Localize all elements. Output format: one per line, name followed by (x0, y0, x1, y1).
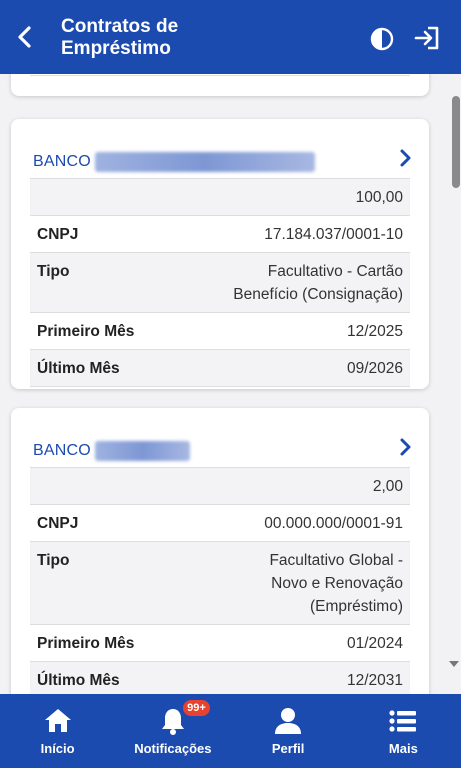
primeiro-mes-label: Primeiro Mês (37, 323, 135, 340)
back-chevron-icon[interactable] (12, 22, 38, 52)
cnpj-value: 17.184.037/0001-10 (264, 226, 403, 243)
ultimo-mes-row: Último Mês 09/2026 (30, 349, 410, 387)
divider (30, 75, 410, 76)
scrollbar-thumb[interactable] (452, 96, 460, 188)
logout-icon[interactable] (413, 25, 441, 51)
contract-value: 100,00 (355, 189, 403, 206)
page-title-line2: Empréstimo (61, 38, 171, 59)
nav-inicio[interactable]: Início (0, 694, 115, 768)
ultimo-mes-row: Último Mês 12/2031 (30, 661, 410, 694)
contrast-icon[interactable] (370, 27, 394, 51)
value-row: 2,00 (30, 467, 410, 504)
tipo-label: Tipo (37, 263, 70, 280)
contract-details: 100,00 CNPJ 17.184.037/0001-10 Tipo Facu… (30, 178, 410, 387)
list-menu-icon (389, 710, 417, 732)
primeiro-mes-row: Primeiro Mês 01/2024 (30, 624, 410, 661)
chevron-right-icon[interactable] (399, 437, 413, 457)
cnpj-label: CNPJ (37, 226, 79, 243)
nav-inicio-label: Início (40, 741, 75, 756)
value-row: 100,00 (30, 178, 410, 215)
bank-name[interactable]: BANCO (33, 441, 190, 461)
chevron-right-icon[interactable] (399, 148, 413, 168)
user-icon (275, 708, 302, 734)
cnpj-row: CNPJ 17.184.037/0001-10 (30, 215, 410, 252)
contract-details: 2,00 CNPJ 00.000.000/0001-91 Tipo Facult… (30, 467, 410, 694)
tipo-row: Tipo Facultativo - Cartão Benefício (Con… (30, 252, 410, 312)
top-app-bar: Contratos de Empréstimo (0, 0, 461, 74)
tipo-value: Facultativo Global - Novo e Renovação (E… (269, 552, 403, 615)
nav-perfil[interactable]: Perfil (231, 694, 346, 768)
primeiro-mes-row: Primeiro Mês 12/2025 (30, 312, 410, 349)
cnpj-label: CNPJ (37, 515, 79, 532)
primeiro-mes-value: 01/2024 (346, 635, 403, 652)
tipo-value: Facultativo - Cartão Benefício (Consigna… (233, 263, 403, 303)
redacted-bank-name (94, 152, 315, 172)
scroll-down-arrow-icon[interactable] (449, 661, 459, 667)
primeiro-mes-value: 12/2025 (346, 323, 403, 340)
tipo-label: Tipo (37, 552, 70, 569)
nav-notificacoes-label: Notificações (134, 741, 212, 756)
bank-name[interactable]: BANCO (33, 152, 315, 172)
ultimo-mes-value: 12/2031 (346, 672, 403, 689)
contracts-list[interactable]: BANCO 100,00 CNPJ 17.184.037/0001-10 Tip… (0, 74, 461, 694)
page-title: Contratos de Empréstimo (61, 16, 261, 60)
home-icon (44, 709, 71, 732)
nav-mais-label: Mais (388, 741, 418, 756)
primeiro-mes-label: Primeiro Mês (37, 635, 135, 652)
contract-value: 2,00 (372, 478, 403, 495)
cnpj-row: CNPJ 00.000.000/0001-91 (30, 504, 410, 541)
tipo-row: Tipo Facultativo Global - Novo e Renovaç… (30, 541, 410, 624)
notification-count-badge: 99+ (182, 699, 211, 717)
nav-notificacoes[interactable]: 99+ Notificações (115, 694, 230, 768)
ultimo-mes-label: Último Mês (37, 672, 120, 689)
bank-prefix: BANCO (33, 442, 91, 460)
ultimo-mes-value: 09/2026 (346, 360, 403, 377)
bank-prefix: BANCO (33, 153, 91, 171)
nav-perfil-label: Perfil (271, 741, 305, 756)
contract-card[interactable]: BANCO 2,00 CNPJ 00.000.000/0001-91 Tipo … (11, 408, 429, 694)
cnpj-value: 00.000.000/0001-91 (264, 515, 403, 532)
page-title-line1: Contratos de (61, 16, 179, 37)
contract-card[interactable]: BANCO 100,00 CNPJ 17.184.037/0001-10 Tip… (11, 119, 429, 389)
previous-contract-card (11, 74, 429, 96)
nav-mais[interactable]: Mais (346, 694, 461, 768)
redacted-bank-name (94, 441, 190, 461)
bottom-navigation: Início 99+ Notificações Perfil Mais (0, 694, 461, 768)
ultimo-mes-label: Último Mês (37, 360, 120, 377)
